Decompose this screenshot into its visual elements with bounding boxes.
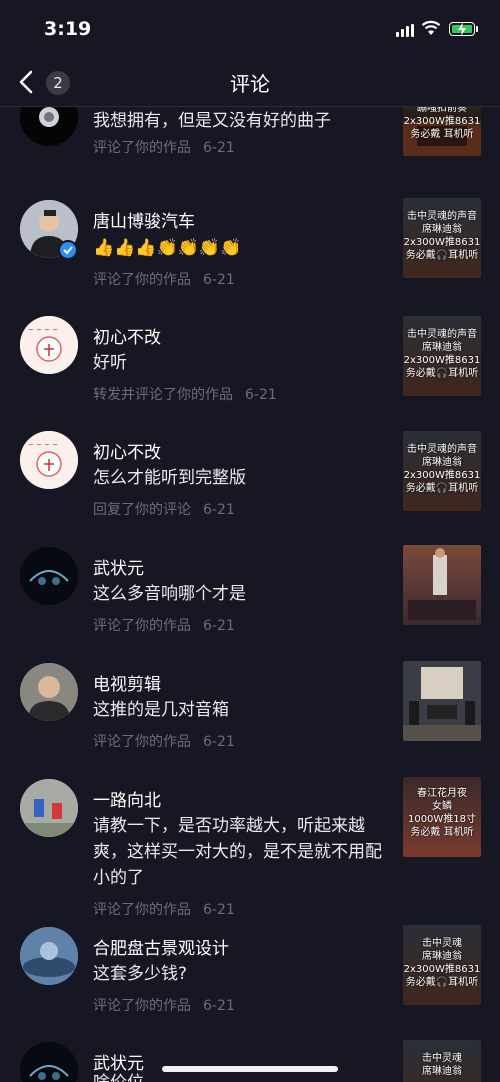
video-thumbnail[interactable]: 击中灵魂 席琳迪翁 bbox=[403, 1040, 481, 1082]
page-title: 评论 bbox=[230, 72, 270, 96]
video-thumbnail[interactable]: 击中灵魂 席琳迪翁 2x300W推8631 务必戴🎧耳机听 bbox=[403, 925, 481, 1005]
activity-date: 6-21 bbox=[203, 272, 235, 288]
activity-type: 评论了你的作品 bbox=[93, 902, 191, 918]
list-item[interactable]: ~ ~ ~ ~ 初心不改 怎么才能听到完整版 回复了你的评论 6-21 击中灵魂的… bbox=[0, 431, 500, 536]
avatar[interactable] bbox=[20, 779, 78, 837]
status-bar: 3:19 bbox=[0, 0, 500, 58]
comment-text: 好听 bbox=[93, 353, 127, 373]
comment-text: 👍👍👍👏👏👏👏 bbox=[93, 238, 242, 258]
activity-date: 6-21 bbox=[203, 502, 235, 518]
comment-text: 这套多少钱? bbox=[93, 964, 188, 984]
thumbnail-caption: 击中灵魂的声音 席琳迪翁 2x300W推8631 务必戴🎧耳机听 bbox=[403, 329, 481, 379]
activity-type: 转发并评论了你的作品 bbox=[93, 387, 233, 403]
video-thumbnail[interactable]: 击中灵魂的声音 席琳迪翁 2x300W推8631 务必戴🎧耳机听 bbox=[403, 316, 481, 396]
activity-meta: 评论了你的作品 6-21 bbox=[93, 137, 235, 157]
list-item[interactable]: 电视剪辑 这推的是几对音箱 评论了你的作品 6-21 bbox=[0, 661, 500, 768]
list-item[interactable]: 武状元 啥价位 击中灵魂 席琳迪翁 bbox=[0, 1040, 500, 1082]
activity-type: 评论了你的作品 bbox=[93, 272, 191, 288]
avatar[interactable] bbox=[20, 547, 78, 605]
activity-date: 6-21 bbox=[203, 902, 235, 918]
comment-text: 这推的是几对音箱 bbox=[93, 700, 229, 720]
svg-text:~ ~ ~ ~: ~ ~ ~ ~ bbox=[28, 326, 58, 334]
wifi-icon bbox=[421, 20, 441, 35]
home-indicator[interactable] bbox=[162, 1066, 338, 1072]
activity-type: 回复了你的评论 bbox=[93, 502, 191, 518]
user-name[interactable]: 唐山博骏汽车 bbox=[93, 207, 195, 232]
comment-text: 这么多音响哪个才是 bbox=[93, 584, 246, 604]
activity-meta: 评论了你的作品 6-21 bbox=[93, 731, 235, 751]
thumbnail-caption: 击中灵魂 席琳迪翁 bbox=[422, 1053, 462, 1077]
activity-date: 6-21 bbox=[245, 387, 277, 403]
thumbnail-caption: 蹦嗤扣前奏 2x300W推8631 务必戴 耳机听 bbox=[403, 107, 481, 140]
list-item[interactable]: 我想拥有，但是又没有好的曲子 评论了你的作品 6-21 蹦嗤扣前奏 2x300W推… bbox=[0, 107, 500, 200]
thumbnail-caption: 春江花月夜 女鳞 1000W推18寸 务必戴 耳机听 bbox=[407, 788, 477, 838]
avatar[interactable]: ~ ~ ~ ~ bbox=[20, 316, 78, 374]
video-thumbnail[interactable]: 击中灵魂的声音 席琳迪翁 2x300W推8631 务必戴🎧耳机听 bbox=[403, 198, 481, 278]
activity-type: 评论了你的作品 bbox=[93, 734, 191, 750]
charging-bolt-icon bbox=[458, 22, 466, 36]
video-thumbnail[interactable] bbox=[403, 545, 481, 625]
activity-date: 6-21 bbox=[203, 140, 235, 156]
user-name[interactable]: 一路向北 bbox=[93, 786, 161, 811]
nav-bar: 2 评论 bbox=[0, 58, 500, 107]
avatar[interactable] bbox=[20, 1042, 78, 1082]
activity-date: 6-21 bbox=[203, 734, 235, 750]
activity-meta: 回复了你的评论 6-21 bbox=[93, 499, 235, 519]
thumbnail-caption: 击中灵魂的声音 席琳迪翁 2x300W推8631 务必戴🎧耳机听 bbox=[403, 444, 481, 494]
activity-type: 评论了你的作品 bbox=[93, 618, 191, 634]
avatar[interactable] bbox=[20, 107, 78, 146]
svg-text:~ ~ ~ ~: ~ ~ ~ ~ bbox=[28, 441, 58, 449]
activity-type: 评论了你的作品 bbox=[93, 998, 191, 1014]
list-item[interactable]: 一路向北 请教一下，是否功率越大，听起来越爽，这样买一对大的，是不是就不用配小的… bbox=[0, 777, 500, 929]
avatar[interactable] bbox=[20, 927, 78, 985]
thumbnail-caption: 击中灵魂 席琳迪翁 2x300W推8631 务必戴🎧耳机听 bbox=[403, 938, 481, 988]
list-item[interactable]: 合肥盘古景观设计 这套多少钱? 评论了你的作品 6-21 击中灵魂 席琳迪翁 2x… bbox=[0, 925, 500, 1032]
list-item[interactable]: ~ ~ ~ ~ 初心不改 好听 转发并评论了你的作品 6-21 击中灵魂的声音 席… bbox=[0, 316, 500, 421]
signal-icon bbox=[396, 24, 414, 37]
user-name[interactable]: 武状元 bbox=[93, 554, 144, 579]
comment-text: 怎么才能听到完整版 bbox=[93, 468, 246, 488]
video-thumbnail[interactable] bbox=[403, 661, 481, 741]
activity-meta: 评论了你的作品 6-21 bbox=[93, 995, 235, 1015]
activity-meta: 评论了你的作品 6-21 bbox=[93, 269, 235, 289]
activity-type: 评论了你的作品 bbox=[93, 140, 191, 156]
activity-meta: 转发并评论了你的作品 6-21 bbox=[93, 384, 277, 404]
video-thumbnail[interactable]: 蹦嗤扣前奏 2x300W推8631 务必戴 耳机听 bbox=[403, 107, 481, 156]
avatar[interactable]: ~ ~ ~ ~ bbox=[20, 431, 78, 489]
activity-meta: 评论了你的作品 6-21 bbox=[93, 615, 235, 635]
video-thumbnail[interactable]: 击中灵魂的声音 席琳迪翁 2x300W推8631 务必戴🎧耳机听 bbox=[403, 431, 481, 511]
avatar[interactable] bbox=[20, 663, 78, 721]
activity-date: 6-21 bbox=[203, 998, 235, 1014]
user-name[interactable]: 初心不改 bbox=[93, 438, 161, 463]
activity-date: 6-21 bbox=[203, 618, 235, 634]
status-time: 3:19 bbox=[44, 18, 92, 40]
user-name[interactable]: 初心不改 bbox=[93, 323, 161, 348]
activity-meta: 评论了你的作品 6-21 bbox=[93, 899, 235, 919]
comment-list[interactable]: 我想拥有，但是又没有好的曲子 评论了你的作品 6-21 蹦嗤扣前奏 2x300W推… bbox=[0, 107, 500, 1082]
thumbnail-caption: 击中灵魂的声音 席琳迪翁 2x300W推8631 务必戴🎧耳机听 bbox=[403, 211, 481, 261]
user-name[interactable]: 合肥盘古景观设计 bbox=[93, 934, 229, 959]
list-item[interactable]: 武状元 这么多音响哪个才是 评论了你的作品 6-21 bbox=[0, 545, 500, 652]
list-item[interactable]: 唐山博骏汽车 👍👍👍👏👏👏👏 评论了你的作品 6-21 击中灵魂的声音 席琳迪翁 … bbox=[0, 198, 500, 305]
video-thumbnail[interactable]: 春江花月夜 女鳞 1000W推18寸 务必戴 耳机听 bbox=[403, 777, 481, 857]
comment-text: 我想拥有，但是又没有好的曲子 bbox=[93, 111, 331, 131]
verified-badge-icon bbox=[58, 240, 78, 260]
comment-text: 请教一下，是否功率越大，听起来越爽，这样买一对大的，是不是就不用配小的了 bbox=[93, 816, 382, 888]
user-name[interactable]: 电视剪辑 bbox=[93, 670, 161, 695]
